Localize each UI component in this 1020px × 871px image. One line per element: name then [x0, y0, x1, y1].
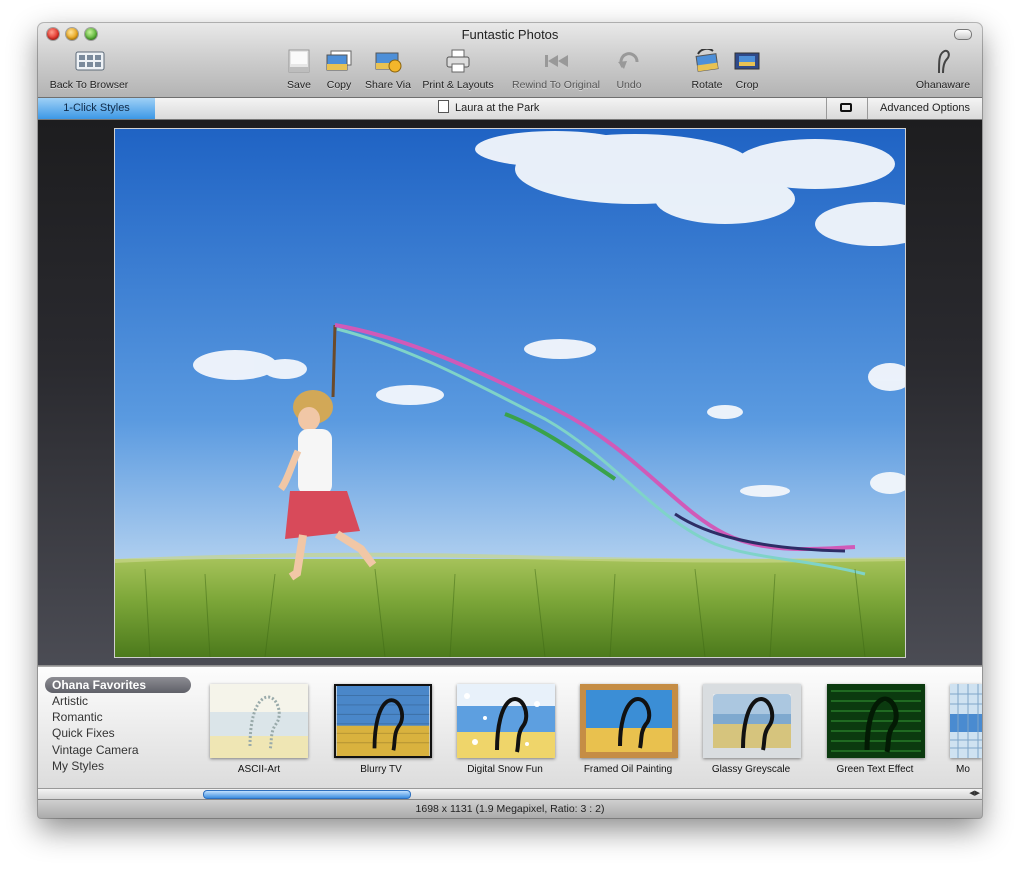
photo-canvas — [38, 120, 982, 665]
save-label: Save — [287, 79, 311, 91]
document-title-text: Laura at the Park — [455, 102, 540, 114]
style-thumb-framed-oil-painting[interactable] — [580, 684, 678, 758]
save-icon — [285, 49, 313, 73]
undo-icon — [615, 49, 643, 73]
share-icon — [374, 49, 402, 73]
category-vintage-camera[interactable]: Vintage Camera — [45, 742, 139, 758]
crop-label: Crop — [735, 79, 759, 91]
undo-button[interactable]: Undo — [612, 49, 646, 91]
status-bar: 1698 x 1131 (1.9 Megapixel, Ratio: 3 : 2… — [38, 799, 982, 818]
share-via-label: Share Via — [365, 79, 411, 91]
style-thumb-ascii-art[interactable] — [210, 684, 308, 758]
style-thumb-glassy-greyscale[interactable] — [703, 684, 801, 758]
one-click-styles-tab[interactable]: 1-Click Styles — [38, 98, 155, 119]
mode-bar: 1-Click Styles Laura at the Park Advance… — [38, 98, 982, 120]
category-artistic[interactable]: Artistic — [45, 693, 88, 709]
rotate-button[interactable]: Rotate — [688, 47, 726, 91]
fullscreen-icon — [840, 103, 852, 112]
ohanaware-logo-icon — [929, 49, 957, 74]
style-label-ascii-art: ASCII-Art — [237, 764, 281, 775]
style-label-digital-snow-fun: Digital Snow Fun — [467, 764, 543, 775]
styles-scrollbar[interactable]: ◀▶ — [38, 788, 982, 799]
toolbar-toggle-button[interactable] — [954, 29, 972, 40]
category-my-styles[interactable]: My Styles — [45, 758, 104, 774]
window-title: Funtastic Photos — [461, 27, 559, 42]
crop-icon — [733, 49, 761, 73]
grid-icon — [75, 49, 105, 73]
print-layouts-button[interactable]: Print & Layouts — [418, 49, 498, 91]
style-thumb-green-text-effect[interactable] — [827, 684, 925, 758]
style-thumb-digital-snow-fun[interactable] — [457, 684, 555, 758]
style-label-blurry-tv: Blurry TV — [360, 764, 402, 775]
copy-button[interactable]: Copy — [322, 49, 356, 91]
app-window: Funtastic Photos Back To Browser Save Co… — [38, 23, 982, 818]
rotate-label: Rotate — [691, 79, 723, 91]
back-to-browser-button[interactable]: Back To Browser — [44, 49, 134, 91]
document-title: Laura at the Park — [438, 98, 539, 119]
style-label-partial: Mo — [956, 764, 970, 775]
category-quick-fixes[interactable]: Quick Fixes — [45, 725, 115, 741]
category-ohana-favorites[interactable]: Ohana Favorites — [45, 677, 191, 693]
printer-icon — [444, 49, 472, 73]
copy-icon — [325, 49, 353, 73]
rotate-icon — [693, 47, 721, 73]
save-button[interactable]: Save — [282, 49, 316, 91]
style-thumb-partial[interactable] — [950, 684, 982, 758]
undo-label: Undo — [616, 79, 642, 91]
category-romantic[interactable]: Romantic — [45, 709, 103, 725]
style-thumb-blurry-tv[interactable] — [334, 684, 432, 758]
styles-panel: Ohana Favorites Artistic Romantic Quick … — [38, 666, 982, 789]
scroll-arrows-icon[interactable]: ◀▶ — [969, 789, 980, 799]
document-icon — [438, 100, 449, 113]
style-label-green-text-effect: Green Text Effect — [836, 764, 914, 775]
share-via-button[interactable]: Share Via — [360, 49, 416, 91]
photo-image — [115, 129, 905, 657]
ohanaware-button[interactable]: Ohanaware — [906, 49, 980, 91]
style-label-framed-oil-painting: Framed Oil Painting — [583, 764, 673, 775]
back-to-browser-label: Back To Browser — [49, 79, 129, 91]
advanced-options-button[interactable]: Advanced Options — [868, 98, 982, 119]
main-photo[interactable] — [114, 128, 906, 658]
rewind-icon — [542, 49, 570, 73]
title-bar: Funtastic Photos Back To Browser Save Co… — [38, 23, 982, 98]
ohanaware-label: Ohanaware — [915, 79, 971, 91]
scrollbar-thumb[interactable] — [203, 790, 411, 799]
crop-button[interactable]: Crop — [730, 49, 764, 91]
rewind-to-original-label: Rewind To Original — [512, 79, 600, 91]
style-label-glassy-greyscale: Glassy Greyscale — [711, 764, 791, 775]
rewind-to-original-button[interactable]: Rewind To Original — [504, 49, 608, 91]
print-layouts-label: Print & Layouts — [422, 79, 494, 91]
fullscreen-button[interactable] — [826, 98, 868, 119]
copy-label: Copy — [326, 79, 352, 91]
